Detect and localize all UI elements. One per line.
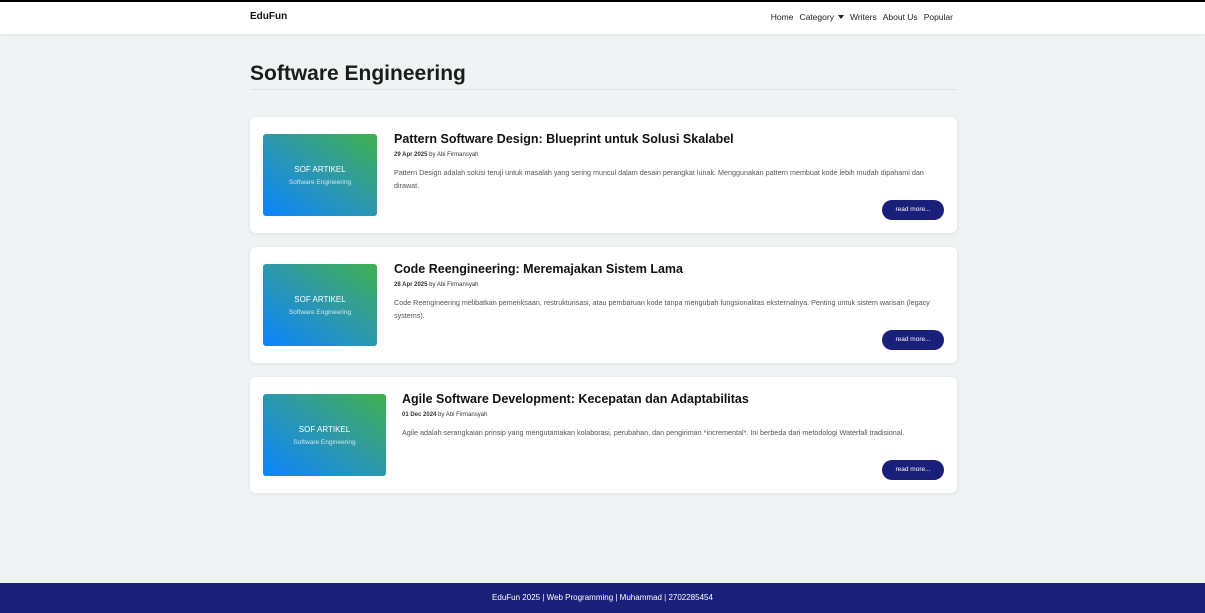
- thumbnail-subtitle: Software Engineering: [288, 179, 352, 186]
- article-title[interactable]: Pattern Software Design: Blueprint untuk…: [394, 132, 734, 146]
- article-by: by: [429, 152, 436, 158]
- article-author: Abi Firmansyah: [436, 152, 479, 158]
- article-by: by: [429, 282, 436, 288]
- article-author: Abi Firmansyah: [445, 412, 488, 418]
- title-divider: [250, 89, 957, 90]
- brand-logo[interactable]: EduFun: [250, 11, 287, 22]
- nav-category-label: Category: [799, 12, 834, 22]
- thumbnail-title: SOF ARTIKEL: [298, 425, 351, 434]
- article-title[interactable]: Code Reengineering: Meremajakan Sistem L…: [394, 262, 683, 276]
- thumbnail-title: SOF ARTIKEL: [294, 295, 346, 304]
- nav-home[interactable]: Home: [771, 12, 794, 22]
- thumbnail-subtitle: Software Engineering: [293, 439, 356, 446]
- article-thumbnail[interactable]: SOF ARTIKEL Software Engineering: [263, 264, 377, 346]
- article-card: SOF ARTIKEL Software Engineering Pattern…: [250, 117, 957, 233]
- nav-about-us[interactable]: About Us: [883, 12, 918, 22]
- footer-text: EduFun 2025 | Web Programming | Muhammad…: [492, 593, 713, 602]
- article-thumbnail[interactable]: SOF ARTIKEL Software Engineering: [263, 394, 386, 476]
- nav-category-dropdown[interactable]: Category: [799, 12, 844, 22]
- article-by: by: [438, 412, 445, 418]
- article-date: 29 Apr 2025: [394, 152, 428, 158]
- navbar: EduFun Home Category Writers About Us Po…: [0, 2, 1205, 34]
- article-date: 01 Dec 2024: [402, 412, 437, 418]
- article-meta: 01 Dec 2024 by Abi Firmansyah: [402, 412, 487, 418]
- nav-popular[interactable]: Popular: [924, 12, 953, 22]
- article-card: SOF ARTIKEL Software Engineering Code Re…: [250, 247, 957, 363]
- read-more-button[interactable]: read more...: [882, 460, 944, 480]
- article-meta: 28 Apr 2025 by Abi Firmansyah: [394, 282, 479, 288]
- footer: EduFun 2025 | Web Programming | Muhammad…: [0, 583, 1205, 613]
- article-description: Agile adalah serangkaian prinsip yang me…: [402, 428, 905, 437]
- nav-links: Home Category Writers About Us Popular: [771, 12, 953, 22]
- thumbnail-title: SOF ARTIKEL: [294, 165, 346, 174]
- article-title[interactable]: Agile Software Development: Kecepatan da…: [402, 392, 749, 406]
- thumbnail-subtitle: Software Engineering: [288, 309, 352, 316]
- page-title: Software Engineering: [250, 62, 466, 85]
- article-date: 28 Apr 2025: [394, 282, 428, 288]
- article-description: Pattern Design adalah solusi teruji untu…: [394, 168, 924, 190]
- nav-writers[interactable]: Writers: [850, 12, 877, 22]
- article-card: SOF ARTIKEL Software Engineering Agile S…: [250, 377, 957, 493]
- read-more-button[interactable]: read more...: [882, 330, 944, 350]
- article-author: Abi Firmansyah: [436, 282, 479, 288]
- read-more-button[interactable]: read more...: [882, 200, 944, 220]
- caret-down-icon: [837, 15, 844, 19]
- article-meta: 29 Apr 2025 by Abi Firmansyah: [394, 152, 479, 158]
- article-description: Code Reengineering melibatkan pemeriksaa…: [394, 298, 930, 320]
- article-thumbnail[interactable]: SOF ARTIKEL Software Engineering: [263, 134, 377, 216]
